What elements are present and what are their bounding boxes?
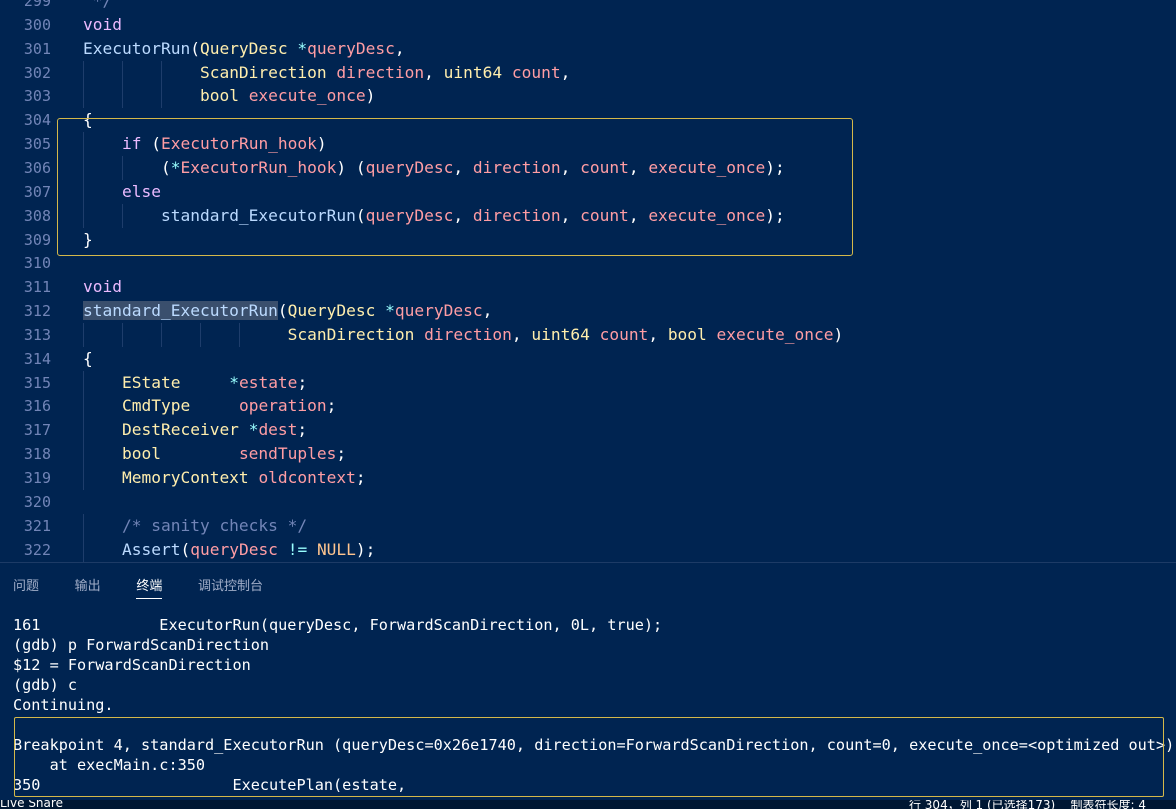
line-number: 316: [23, 397, 51, 416]
line-number: 309: [23, 230, 51, 249]
line-number: 307: [23, 182, 51, 201]
code-line[interactable]: 316 CmdType operation;: [0, 394, 1176, 419]
code-text: void: [83, 277, 122, 297]
line-number: 304: [23, 111, 51, 130]
line-number: 321: [23, 516, 51, 535]
terminal-line: (gdb) p ForwardScanDirection: [13, 636, 270, 654]
line-number: 311: [23, 278, 51, 297]
code-line[interactable]: 322 Assert(queryDesc != NULL);: [0, 537, 1176, 562]
tab-problems[interactable]: 问题: [13, 576, 39, 598]
code-line[interactable]: 300 void: [0, 13, 1176, 37]
terminal-line: 161 ExecutorRun(queryDesc, ForwardScanDi…: [13, 616, 663, 634]
code-line[interactable]: 303 bool execute_once): [0, 84, 1176, 109]
code-line[interactable]: 313 ScanDirection direction, uint64 coun…: [0, 322, 1176, 347]
code-text: EState *estate;: [121, 372, 308, 392]
line-number: 305: [23, 135, 51, 154]
code-editor[interactable]: 299 */ 300 void 301 ExecutorRun(QueryDesc *q…: [0, 0, 1176, 562]
code-line[interactable]: 319 MemoryContext oldcontext;: [0, 466, 1176, 490]
panel-tabs: 问题 输出 终端 调试控制台: [13, 575, 289, 601]
line-number: 320: [23, 492, 51, 511]
code-text: ScanDirection direction, uint64 count,: [199, 62, 571, 82]
code-line[interactable]: 311 void: [0, 275, 1176, 299]
terminal-line: $12 = ForwardScanDirection: [13, 656, 251, 674]
selection-highlight-box: [57, 118, 853, 256]
tab-output[interactable]: 输出: [75, 576, 101, 598]
code-line[interactable]: 317 DestReceiver *dest;: [0, 418, 1176, 443]
code-text: ExecutorRun(QueryDesc *queryDesc,: [83, 38, 405, 58]
code-text: /* sanity checks */: [121, 515, 308, 535]
line-number: 322: [23, 540, 51, 559]
code-text: void: [83, 14, 122, 34]
terminal-line: (gdb) c: [13, 676, 78, 694]
live-share-button[interactable]: Live Share: [0, 800, 63, 809]
code-text: CmdType operation;: [121, 396, 337, 416]
code-line[interactable]: 302 ScanDirection direction, uint64 coun…: [0, 60, 1176, 85]
code-text: bool execute_once): [199, 86, 376, 106]
code-line[interactable]: 320: [0, 490, 1176, 514]
line-number: 318: [23, 445, 51, 464]
line-number: 319: [23, 469, 51, 487]
line-number: 312: [23, 302, 51, 321]
status-bar: Live Share 行 304，列 1 (已选择173) 制表符长度: 4: [0, 800, 1176, 809]
terminal-line: Continuing.: [13, 696, 114, 714]
code-text: */: [92, 0, 113, 10]
line-number: 300: [23, 15, 51, 34]
cursor-position[interactable]: 行 304，列 1 (已选择173) 制表符长度: 4: [909, 800, 1146, 809]
line-number: 315: [23, 373, 51, 392]
code-line[interactable]: 299 */: [0, 0, 1176, 13]
code-text: ScanDirection direction, uint64 count, b…: [287, 324, 844, 344]
code-text: standard_ExecutorRun(QueryDesc *queryDes…: [83, 301, 493, 321]
code-line[interactable]: 314 {: [0, 347, 1176, 371]
code-text: bool sendTuples;: [121, 444, 347, 464]
code-text: DestReceiver *dest;: [121, 420, 308, 440]
tab-debug-console[interactable]: 调试控制台: [198, 576, 263, 598]
line-number: 302: [23, 63, 51, 82]
code-line[interactable]: 318 bool sendTuples;: [0, 442, 1176, 467]
line-number: 317: [23, 421, 51, 440]
line-number: 306: [23, 158, 51, 177]
code-line[interactable]: 312 standard_ExecutorRun(QueryDesc *query…: [0, 299, 1176, 323]
line-number: 299: [23, 0, 51, 10]
line-number: 313: [23, 325, 51, 344]
code-text: Assert(queryDesc != NULL);: [121, 539, 376, 559]
code-line[interactable]: 301 ExecutorRun(QueryDesc *queryDesc,: [0, 37, 1176, 61]
line-number: 303: [23, 87, 51, 106]
code-text: MemoryContext oldcontext;: [121, 468, 366, 487]
tab-terminal[interactable]: 终端: [136, 576, 163, 599]
code-text: {: [83, 348, 93, 368]
code-line[interactable]: 315 EState *estate;: [0, 370, 1176, 395]
bottom-panel: 问题 输出 终端 调试控制台 161 ExecutorRun(queryDesc…: [0, 562, 1176, 801]
code-line[interactable]: 321 /* sanity checks */: [0, 513, 1176, 538]
line-number: 301: [23, 39, 51, 58]
line-number: 308: [23, 206, 51, 225]
line-number: 314: [23, 349, 51, 368]
line-number: 310: [23, 254, 51, 273]
terminal-highlight-box: [14, 717, 1164, 797]
